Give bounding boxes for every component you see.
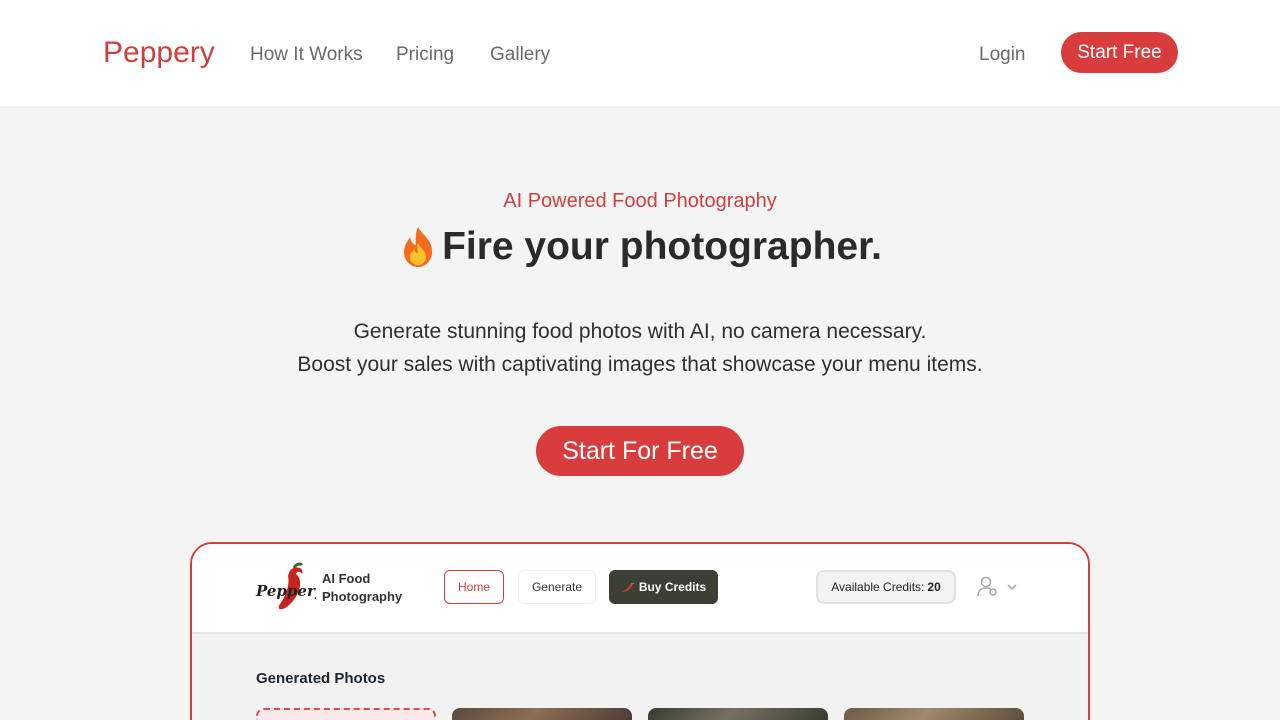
preview-buy-credits-button[interactable]: Buy Credits: [609, 570, 718, 604]
brand-logo[interactable]: Peppery: [103, 36, 215, 70]
svg-text:Peppery: Peppery: [255, 582, 316, 600]
chili-icon: [621, 582, 635, 592]
hero-title: Fire your photographer.: [0, 225, 1280, 269]
hero-kicker: AI Powered Food Photography: [503, 190, 777, 212]
preview-generate-button[interactable]: Generate: [518, 570, 596, 604]
nav-link-how-it-works[interactable]: How It Works: [250, 44, 363, 66]
generated-photo-thumbnail[interactable]: [452, 708, 632, 720]
peppery-chili-logo: Peppery: [254, 562, 325, 614]
app-preview-screenshot: Peppery AI Food Photography Home Generat…: [190, 542, 1090, 720]
hero-subtitle-line1: Generate stunning food photos with AI, n…: [353, 320, 927, 343]
hero-subtitle-line2: Boost your sales with captivating images…: [297, 353, 983, 376]
user-settings-icon[interactable]: [976, 576, 1022, 598]
hero-title-text: Fire your photographer.: [442, 225, 882, 268]
generated-photo-thumbnail[interactable]: [648, 708, 828, 720]
available-credits-badge: Available Credits: 20: [816, 570, 956, 604]
upload-photo-tile[interactable]: [256, 708, 436, 720]
nav-link-gallery[interactable]: Gallery: [490, 44, 550, 66]
start-free-button[interactable]: Start Free: [1061, 32, 1178, 73]
generated-photo-thumbnail[interactable]: [844, 708, 1024, 720]
preview-home-button[interactable]: Home: [444, 570, 504, 604]
nav-link-pricing[interactable]: Pricing: [396, 44, 454, 66]
top-navbar: Peppery How It Works Pricing Gallery Log…: [0, 0, 1280, 106]
flame-icon: [398, 225, 438, 269]
generated-photos-title: Generated Photos: [256, 670, 386, 687]
login-link[interactable]: Login: [979, 44, 1026, 66]
preview-header: Peppery AI Food Photography Home Generat…: [192, 544, 1088, 634]
start-for-free-button[interactable]: Start For Free: [536, 426, 744, 476]
preview-brand-text: AI Food Photography: [322, 571, 403, 604]
